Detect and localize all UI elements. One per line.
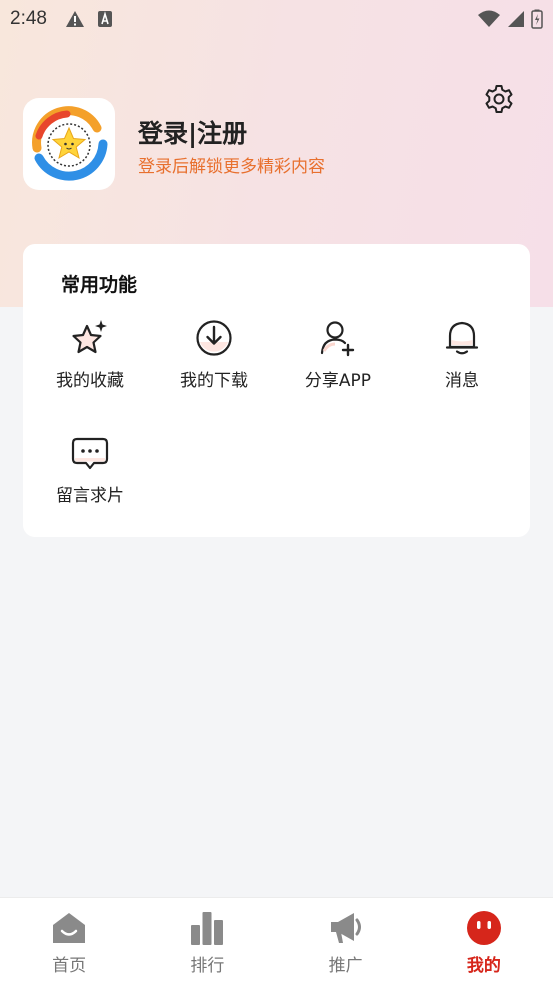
tab-label-mine: 我的 bbox=[466, 956, 501, 976]
favorites-button[interactable]: 我的收藏 bbox=[30, 318, 150, 391]
tab-label-promote: 推广 bbox=[328, 956, 363, 976]
bar-chart-icon bbox=[191, 912, 224, 945]
status-time: 2:48 bbox=[10, 8, 47, 29]
status-bar: 2:48 bbox=[0, 0, 553, 38]
downloads-button[interactable]: 我的下载 bbox=[154, 318, 274, 391]
download-icon bbox=[196, 320, 232, 356]
bottom-tab-bar: 首页 排行 推广 我的 bbox=[0, 897, 553, 984]
tab-label-ranking: 排行 bbox=[190, 956, 225, 976]
home-icon bbox=[53, 913, 86, 943]
star-logo-icon bbox=[32, 106, 108, 181]
gear-icon bbox=[485, 85, 513, 113]
wifi-icon bbox=[478, 10, 500, 27]
tab-label-home: 首页 bbox=[52, 956, 87, 976]
settings-button[interactable] bbox=[482, 82, 516, 116]
tab-home[interactable]: 首页 bbox=[0, 898, 138, 984]
func-label-messages: 消息 bbox=[445, 371, 479, 391]
star-sparkle-icon bbox=[72, 320, 107, 354]
func-label-request-film: 留言求片 bbox=[56, 486, 124, 506]
a-letter-icon bbox=[97, 11, 112, 27]
smiley-icon bbox=[466, 911, 501, 945]
app-logo[interactable] bbox=[23, 98, 115, 190]
bell-icon bbox=[445, 321, 479, 355]
common-functions-card: 常用功能 我的收藏 我的下载 分享APP 消息 留言求片 bbox=[23, 244, 530, 537]
share-app-button[interactable]: 分享APP bbox=[278, 318, 398, 391]
func-label-favorites: 我的收藏 bbox=[56, 371, 124, 391]
signal-icon bbox=[508, 11, 524, 27]
card-title: 常用功能 bbox=[61, 274, 138, 296]
login-subtitle: 登录后解锁更多精彩内容 bbox=[138, 157, 325, 177]
messages-button[interactable]: 消息 bbox=[402, 318, 522, 391]
request-film-button[interactable]: 留言求片 bbox=[30, 433, 150, 506]
chat-bubble-icon bbox=[71, 437, 109, 470]
login-register-link[interactable]: 登录|注册 bbox=[138, 114, 247, 150]
func-label-share-app: 分享APP bbox=[304, 371, 372, 391]
func-label-downloads: 我的下载 bbox=[180, 371, 248, 391]
tab-mine[interactable]: 我的 bbox=[415, 898, 553, 984]
tab-promote[interactable]: 推广 bbox=[277, 898, 415, 984]
tab-ranking[interactable]: 排行 bbox=[138, 898, 276, 984]
megaphone-icon bbox=[330, 913, 361, 943]
warning-icon bbox=[65, 11, 84, 27]
add-user-icon bbox=[320, 321, 355, 357]
battery-icon bbox=[531, 9, 543, 29]
